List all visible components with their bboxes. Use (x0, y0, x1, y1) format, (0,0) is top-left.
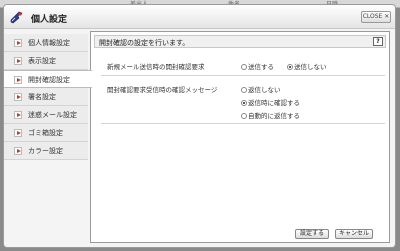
sidebar-item-signature[interactable]: 署名設定 (4, 88, 88, 106)
dialog-titlebar: 個人設定 CLOSE ✕ (4, 5, 395, 29)
sidebar-item-trash[interactable]: ゴミ箱設定 (4, 124, 88, 142)
radio-label: 返信しない (248, 86, 281, 94)
radio-auto-reply[interactable]: 自動的に返信する (241, 110, 300, 120)
sidebar-item-spam[interactable]: 迷惑メール設定 (4, 106, 88, 124)
arrow-icon (14, 57, 22, 65)
personal-settings-dialog: 個人設定 CLOSE ✕ 個人情報設定 表示設定 開封確認設定 署名設定 迷惑メ… (3, 4, 396, 248)
arrow-icon (14, 76, 22, 84)
dialog-title: 個人設定 (31, 15, 68, 25)
sidebar-item-profile[interactable]: 個人情報設定 (4, 34, 88, 52)
close-label: CLOSE (362, 13, 383, 20)
radio-label: 送信しない (294, 63, 327, 71)
radio-label: 自動的に返信する (248, 112, 300, 120)
help-button[interactable]: ? (373, 37, 383, 46)
close-icon: ✕ (384, 13, 390, 20)
radio-no-request[interactable]: 送信しない (287, 61, 327, 71)
radio-send-request[interactable]: 送信する (241, 61, 274, 71)
close-button[interactable]: CLOSE ✕ (361, 11, 391, 23)
sidebar-item-label: 迷惑メール設定 (28, 111, 77, 119)
section-divider (101, 123, 385, 124)
sidebar-item-label: 表示設定 (28, 57, 56, 65)
arrow-icon (14, 147, 22, 155)
arrow-icon (14, 129, 22, 137)
sidebar-item-label: 署名設定 (28, 93, 56, 101)
radio-label: 返信時に確認する (248, 99, 300, 107)
sidebar-item-label: ゴミ箱設定 (28, 129, 63, 137)
radio-button[interactable] (241, 113, 247, 119)
sidebar-item-label: 開封確認設定 (28, 76, 70, 84)
settings-sidebar: 個人情報設定 表示設定 開封確認設定 署名設定 迷惑メール設定 ゴミ箱設定 カラ… (4, 34, 92, 160)
section-divider (101, 75, 385, 76)
receipt-message-label: 開封確認要求受信時の確認メッセージ (107, 86, 218, 94)
sidebar-item-label: カラー設定 (28, 147, 63, 155)
radio-label: 送信する (248, 63, 274, 71)
settings-wrench-icon (10, 11, 23, 24)
send-request-label: 新規メール送信時の開封確認要求 (107, 63, 205, 71)
settings-panel: 開封確認の設定を行います。 ? 新規メール送信時の開封確認要求 送信する 送信し… (90, 31, 390, 243)
radio-button[interactable] (241, 87, 247, 93)
radio-no-reply[interactable]: 返信しない (241, 84, 281, 94)
sidebar-item-display[interactable]: 表示設定 (4, 52, 88, 70)
submit-button[interactable]: 設定する (295, 229, 329, 239)
cancel-button[interactable]: キャンセル (335, 229, 373, 239)
arrow-icon (14, 39, 22, 47)
radio-button[interactable] (241, 64, 247, 70)
panel-description: 開封確認の設定を行います。 (99, 39, 190, 47)
sidebar-item-color[interactable]: カラー設定 (4, 142, 88, 160)
sidebar-item-read-receipt[interactable]: 開封確認設定 (4, 70, 92, 88)
sidebar-item-label: 個人情報設定 (28, 39, 70, 47)
radio-confirm-reply[interactable]: 返信時に確認する (241, 97, 300, 107)
radio-button[interactable] (287, 64, 293, 70)
arrow-icon (14, 111, 22, 119)
arrow-icon (14, 93, 22, 101)
panel-header: 開封確認の設定を行います。 ? (94, 35, 386, 48)
radio-button[interactable] (241, 100, 247, 106)
